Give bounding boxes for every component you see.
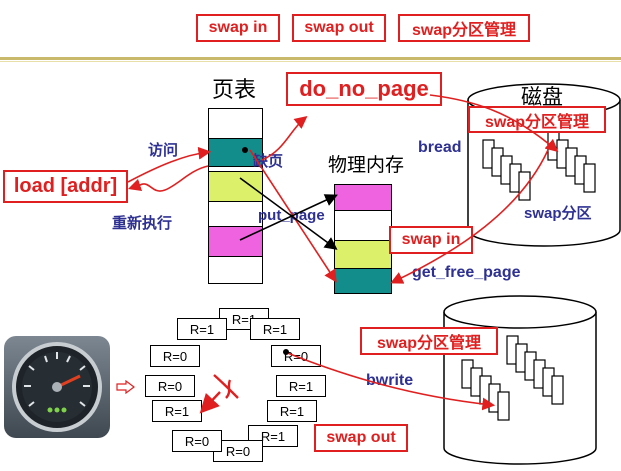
connector-arrows — [127, 94, 559, 414]
